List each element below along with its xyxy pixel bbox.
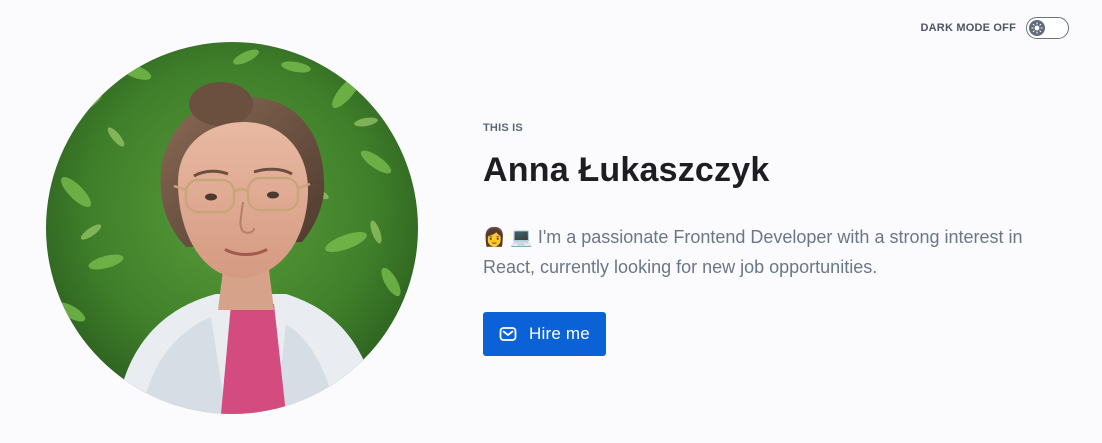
dark-mode-switch[interactable] (1026, 17, 1069, 39)
eyebrow-text: THIS IS (483, 122, 523, 134)
hero-intro: THIS IS Anna Łukaszczyk 👩 💻 I'm a passio… (483, 122, 1073, 357)
profile-photo (46, 42, 418, 414)
hire-me-label: Hire me (529, 324, 590, 344)
mail-icon (499, 325, 517, 343)
sun-icon (1029, 20, 1045, 36)
dark-mode-label: DARK MODE OFF (920, 22, 1016, 34)
hire-me-button[interactable]: Hire me (483, 312, 606, 357)
profile-bio: 👩 💻 I'm a passionate Frontend Developer … (483, 227, 1023, 278)
profile-name: Anna Łukaszczyk (483, 151, 770, 189)
dark-mode-toggle: DARK MODE OFF (921, 17, 1069, 39)
